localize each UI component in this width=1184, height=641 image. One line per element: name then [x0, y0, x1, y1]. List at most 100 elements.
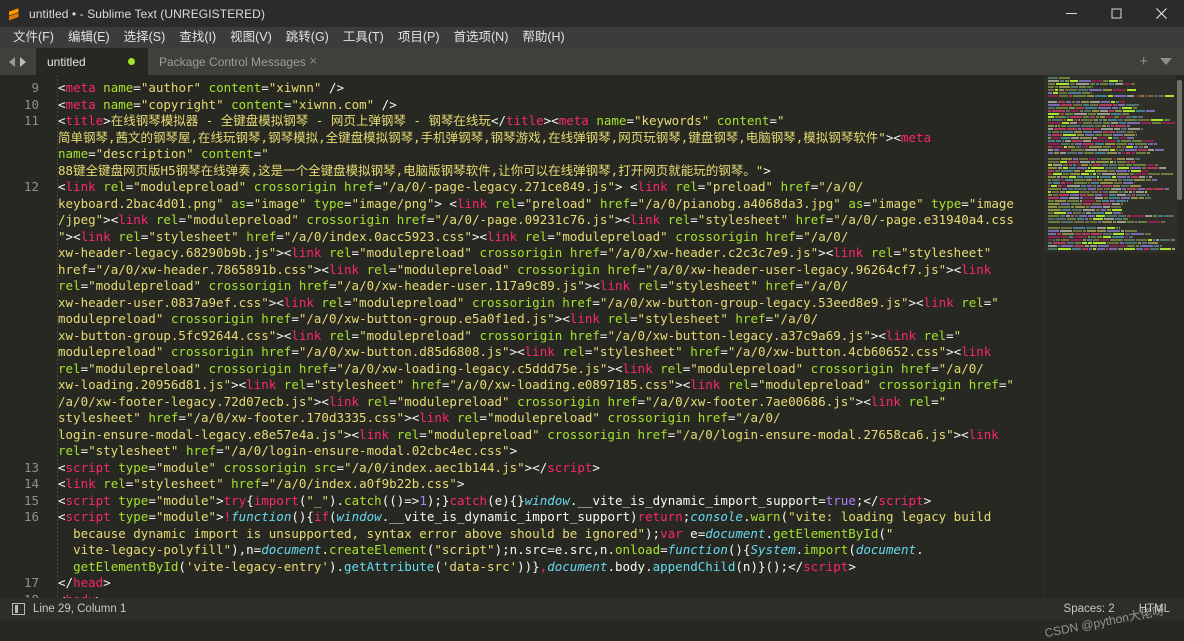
code-line: <link rel="modulepreload" crossorigin hr…	[58, 179, 1014, 458]
arrow-left-icon[interactable]	[9, 56, 15, 67]
status-bar: Line 29, Column 1 Spaces: 2 HTML	[0, 598, 1184, 620]
menu-tools[interactable]: 工具(T)	[336, 28, 391, 48]
minimap-line	[1048, 200, 1175, 202]
minimap-line	[1048, 95, 1175, 97]
code-line: <meta name="author" content="xiwnn" />	[58, 80, 345, 95]
minimap-line	[1048, 191, 1175, 193]
menu-bar: 文件(F) 编辑(E) 选择(S) 查找(I) 视图(V) 跳转(G) 工具(T…	[0, 27, 1184, 48]
minimap-line	[1048, 131, 1175, 133]
window-controls	[1049, 0, 1184, 27]
menu-goto[interactable]: 跳转(G)	[279, 28, 336, 48]
minimap-line	[1048, 140, 1175, 142]
minimap-line	[1048, 206, 1175, 208]
code-minimap[interactable]	[1044, 75, 1184, 598]
menu-find[interactable]: 查找(I)	[172, 28, 223, 48]
code-line: <link rel="stylesheet" href="/a/0/index.…	[58, 476, 465, 491]
code-line: <meta name="copyright" content="xiwnn.co…	[58, 96, 397, 112]
code-line: <script type="module">try{import("_").ca…	[58, 492, 932, 508]
minimap-line	[1048, 173, 1175, 175]
tab-bar-controls: +	[1139, 48, 1180, 75]
line-number: 14	[23, 476, 39, 491]
minimap-line	[1048, 116, 1175, 118]
minimap-line	[1048, 212, 1175, 214]
maximize-button[interactable]	[1094, 0, 1139, 27]
menu-project[interactable]: 项目(P)	[391, 28, 447, 48]
new-tab-button[interactable]: +	[1139, 54, 1148, 69]
minimap-line	[1048, 80, 1175, 82]
arrow-right-icon[interactable]	[20, 56, 26, 67]
tab-label: Package Control Messages	[159, 54, 306, 69]
minimap-line	[1048, 218, 1175, 220]
tab-nav-arrows	[0, 48, 36, 75]
minimap-line	[1048, 248, 1175, 250]
minimap-line	[1048, 122, 1175, 124]
minimap-line	[1048, 134, 1175, 136]
menu-edit[interactable]: 编辑(E)	[61, 28, 117, 48]
minimap-line	[1048, 185, 1175, 187]
line-number: 17	[23, 575, 39, 590]
code-line: </head>	[58, 575, 111, 590]
minimap-line	[1048, 188, 1175, 190]
minimap-line	[1048, 101, 1175, 103]
minimap-line	[1048, 224, 1175, 226]
minimap-line	[1048, 86, 1175, 88]
minimap-line	[1048, 92, 1175, 94]
minimap-rows	[1048, 77, 1175, 251]
tab-package-control-messages[interactable]: Package Control Messages ×	[148, 48, 331, 75]
window-title: untitled • - Sublime Text (UNREGISTERED)	[29, 6, 266, 21]
chevron-down-icon[interactable]	[1160, 58, 1172, 65]
minimap-line	[1048, 146, 1175, 148]
minimap-line	[1048, 125, 1175, 127]
code-line: <script type="module" crossorigin src="/…	[58, 459, 600, 475]
menu-file[interactable]: 文件(F)	[6, 28, 61, 48]
minimap-line	[1048, 113, 1175, 115]
minimap-line	[1048, 236, 1175, 238]
sidebar-toggle-icon[interactable]	[12, 603, 25, 615]
line-number-gutter: 9101112131415161718	[0, 75, 48, 598]
minimap-line	[1048, 155, 1175, 157]
cursor-position[interactable]: Line 29, Column 1	[33, 603, 126, 615]
unsaved-changes-dot-icon	[128, 58, 135, 65]
minimap-line	[1048, 164, 1175, 166]
menu-selection[interactable]: 选择(S)	[117, 28, 173, 48]
sublime-text-logo-icon	[7, 7, 21, 21]
syntax-setting[interactable]: HTML	[1139, 603, 1170, 615]
minimap-line	[1048, 137, 1175, 139]
minimap-line	[1048, 119, 1175, 121]
minimap-line	[1048, 203, 1175, 205]
minimap-line	[1048, 107, 1175, 109]
minimap-line	[1048, 230, 1175, 232]
menu-preferences[interactable]: 首选项(N)	[447, 28, 516, 48]
line-number: 15	[23, 492, 39, 508]
tab-bar: untitled Package Control Messages × +	[0, 48, 1184, 75]
minimap-line	[1048, 233, 1175, 235]
minimap-line	[1048, 110, 1175, 112]
minimap-scrollbar[interactable]	[1177, 80, 1182, 200]
minimap-line	[1048, 149, 1175, 151]
minimap-line	[1048, 227, 1175, 229]
menu-help[interactable]: 帮助(H)	[515, 28, 571, 48]
indentation-setting[interactable]: Spaces: 2	[1064, 603, 1115, 615]
line-number: 11	[23, 113, 39, 128]
code-line: <title>在线钢琴模拟器 - 全键盘模拟钢琴 - 网页上弹钢琴 - 钢琴在线…	[58, 113, 931, 178]
title-bar: untitled • - Sublime Text (UNREGISTERED)	[0, 0, 1184, 27]
minimap-line	[1048, 245, 1175, 247]
minimap-line	[1048, 179, 1175, 181]
minimap-line	[1048, 98, 1175, 100]
minimap-line	[1048, 176, 1175, 178]
tab-untitled[interactable]: untitled	[36, 48, 148, 75]
close-icon[interactable]: ×	[307, 54, 320, 67]
minimap-line	[1048, 239, 1175, 241]
minimap-line	[1048, 83, 1175, 85]
code-content[interactable]: <meta name="author" content="xiwnn" /> <m…	[48, 75, 1044, 598]
minimap-line	[1048, 104, 1175, 106]
minimap-line	[1048, 209, 1175, 211]
minimize-button[interactable]	[1049, 0, 1094, 27]
line-number: 13	[23, 459, 39, 475]
minimap-line	[1048, 170, 1175, 172]
close-button[interactable]	[1139, 0, 1184, 27]
minimap-line	[1048, 77, 1175, 79]
menu-view[interactable]: 视图(V)	[223, 28, 279, 48]
minimap-line	[1048, 194, 1175, 196]
sublime-text-window: untitled • - Sublime Text (UNREGISTERED)…	[0, 0, 1184, 640]
